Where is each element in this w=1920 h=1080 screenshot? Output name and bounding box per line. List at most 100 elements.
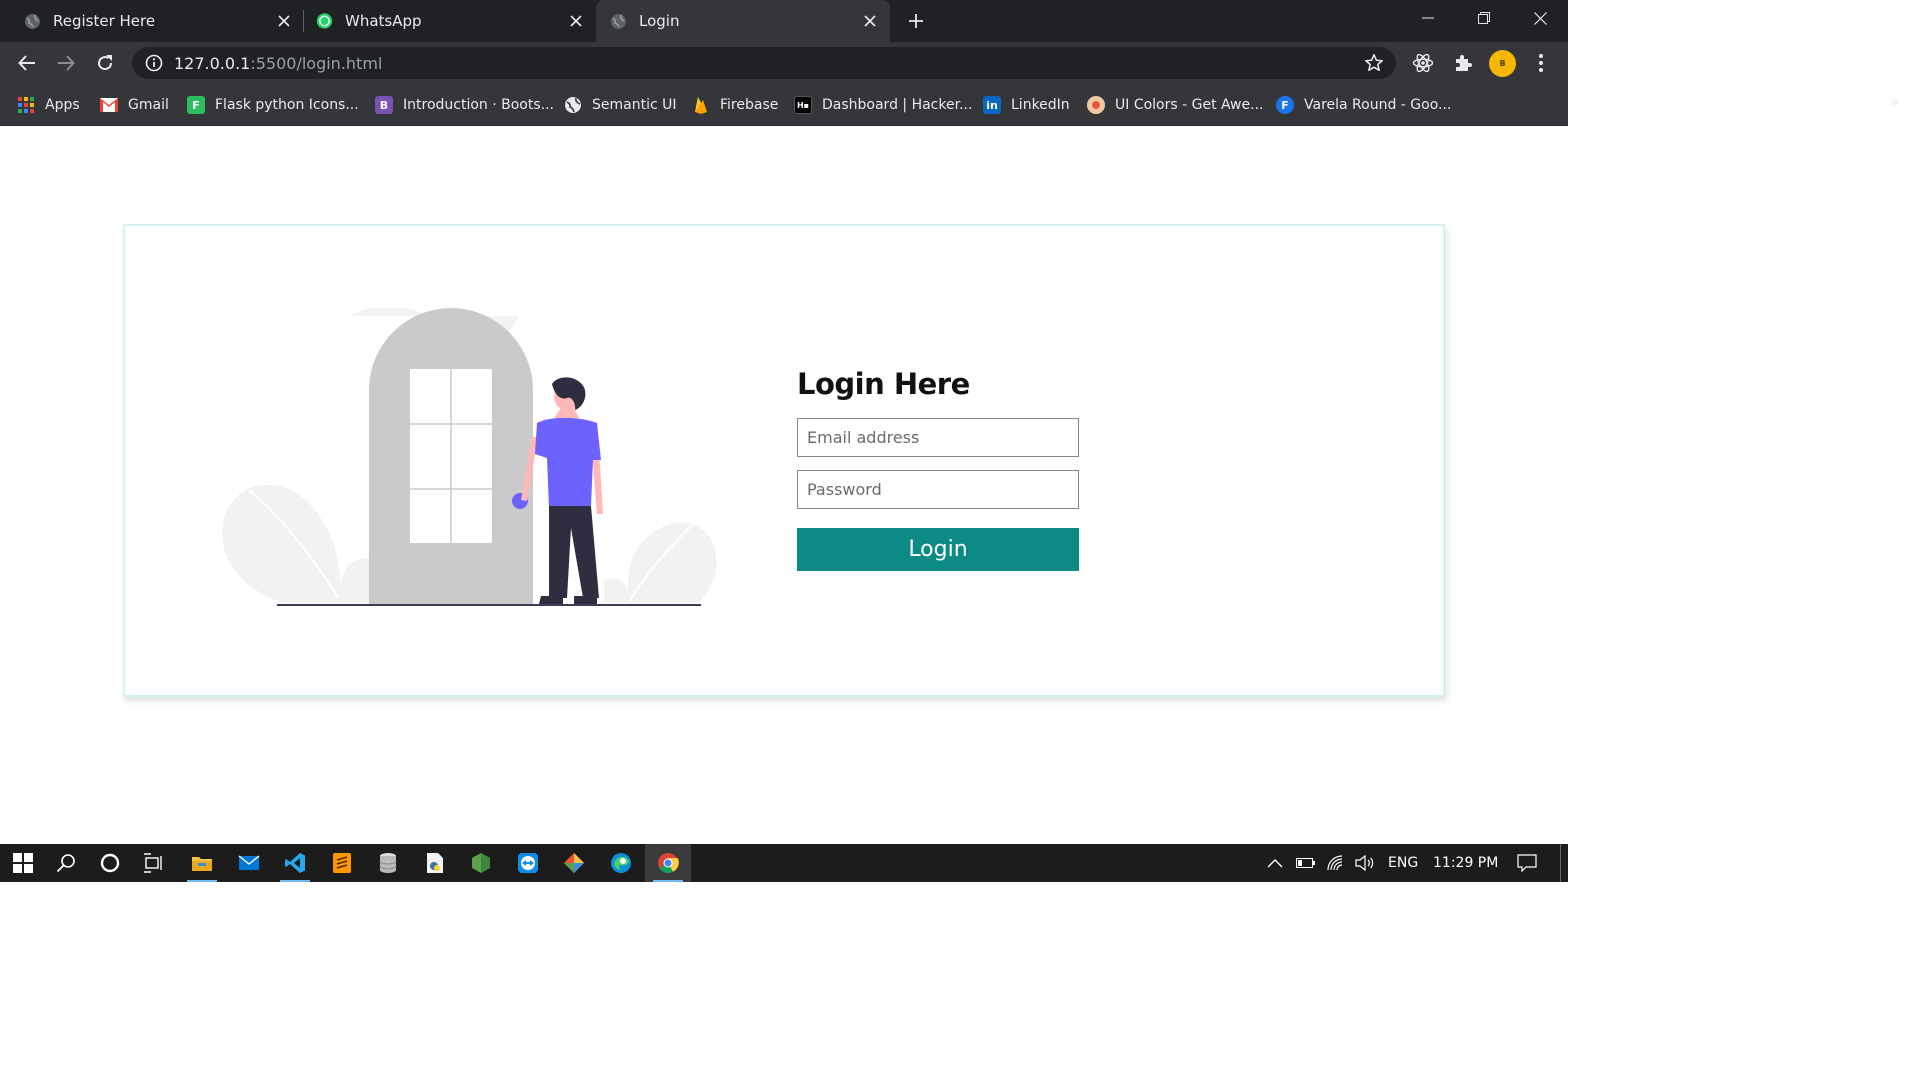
- bookmark-flask-icons[interactable]: F Flask python Icons...: [187, 93, 359, 117]
- firebase-icon: [692, 96, 710, 114]
- taskbar-git[interactable]: [551, 844, 597, 882]
- taskbar-chrome[interactable]: [645, 844, 691, 882]
- bookmark-bootstrap[interactable]: B Introduction · Boots...: [375, 93, 554, 117]
- taskbar-python-idle[interactable]: [412, 844, 458, 882]
- forward-button[interactable]: [54, 51, 78, 75]
- profile-avatar[interactable]: B: [1489, 50, 1516, 77]
- taskbar-vscode[interactable]: [272, 844, 318, 882]
- search-icon: [56, 854, 75, 873]
- clock[interactable]: 11:29 PM: [1433, 844, 1498, 882]
- bookmark-semantic-ui[interactable]: Semantic UI: [564, 93, 677, 117]
- minimize-button[interactable]: [1400, 0, 1456, 36]
- taskbar-teamviewer[interactable]: [505, 844, 551, 882]
- search-button[interactable]: [43, 844, 89, 882]
- login-card: Login Here Login: [123, 224, 1445, 697]
- flask-icons-icon: F: [187, 96, 205, 114]
- restore-button[interactable]: [1456, 0, 1512, 36]
- bookmarks-overflow-button[interactable]: »: [1890, 92, 1900, 111]
- tab-divider: [303, 10, 304, 32]
- cortana-button[interactable]: [87, 844, 133, 882]
- taskbar-edge[interactable]: [598, 844, 644, 882]
- hackerrank-icon: H▪: [794, 96, 812, 114]
- login-button[interactable]: Login: [797, 528, 1079, 571]
- tab-title: Login: [639, 12, 680, 30]
- bookmark-linkedin[interactable]: in LinkedIn: [983, 93, 1070, 117]
- show-hidden-icons-button[interactable]: [1267, 844, 1283, 882]
- browser-toolbar: 127.0.0.1:5500/login.html B: [0, 42, 1568, 84]
- teamviewer-icon: [518, 853, 538, 873]
- react-devtools-extension[interactable]: [1411, 51, 1435, 75]
- close-icon[interactable]: [566, 11, 586, 31]
- battery-indicator[interactable]: [1296, 844, 1316, 882]
- language-indicator[interactable]: ENG: [1388, 844, 1418, 882]
- windows-logo-icon: [13, 853, 33, 873]
- taskbar-sublime[interactable]: [319, 844, 365, 882]
- python-file-icon: [427, 853, 443, 873]
- close-window-button[interactable]: [1512, 0, 1568, 36]
- bookmark-apps[interactable]: Apps: [17, 93, 80, 117]
- task-view-button[interactable]: [131, 844, 177, 882]
- git-diamond-icon: [564, 853, 584, 873]
- login-title: Login Here: [797, 367, 970, 401]
- apps-grid-icon: [17, 96, 35, 114]
- battery-icon: [1296, 858, 1315, 868]
- bookmark-label: Gmail: [128, 97, 169, 113]
- notification-icon: [1517, 854, 1537, 872]
- volume-indicator[interactable]: [1355, 844, 1375, 882]
- taskbar-nodejs[interactable]: [458, 844, 504, 882]
- info-icon[interactable]: [144, 53, 164, 73]
- network-indicator[interactable]: [1327, 844, 1345, 882]
- page-content: Login Here Login: [0, 126, 1568, 844]
- bookmark-label: Flask python Icons...: [215, 97, 359, 113]
- taskbar-mail[interactable]: [226, 844, 272, 882]
- bookmark-star-icon[interactable]: [1364, 53, 1384, 73]
- action-center-button[interactable]: [1517, 844, 1537, 882]
- bookmark-gmail[interactable]: Gmail: [100, 93, 169, 117]
- tab-whatsapp[interactable]: WhatsApp: [316, 0, 586, 42]
- email-field[interactable]: [797, 418, 1079, 457]
- bookmark-label: Semantic UI: [592, 97, 677, 113]
- vscode-icon: [285, 853, 305, 873]
- bookmark-firebase[interactable]: Firebase: [692, 93, 778, 117]
- start-button[interactable]: [0, 844, 46, 882]
- extensions-button[interactable]: [1451, 51, 1475, 75]
- reload-button[interactable]: [93, 51, 117, 75]
- tab-strip: Register Here WhatsApp Login: [0, 0, 1568, 42]
- bookmark-ui-colors[interactable]: UI Colors - Get Awe...: [1087, 93, 1263, 117]
- google-fonts-icon: F: [1276, 96, 1294, 114]
- tab-login[interactable]: Login: [596, 0, 890, 42]
- address-bar[interactable]: 127.0.0.1:5500/login.html: [132, 47, 1396, 79]
- bookmark-label: Introduction · Boots...: [403, 97, 554, 113]
- globe-icon: [610, 13, 627, 30]
- password-field[interactable]: [797, 470, 1079, 509]
- login-form: Login Here Login: [797, 364, 1081, 571]
- wifi-icon: [1327, 855, 1343, 871]
- sublime-text-icon: [333, 853, 351, 873]
- task-view-icon: [144, 853, 162, 873]
- tab-register[interactable]: Register Here: [24, 0, 294, 42]
- close-icon[interactable]: [274, 11, 294, 31]
- bookmark-label: UI Colors - Get Awe...: [1115, 97, 1264, 113]
- taskbar-file-explorer[interactable]: [179, 844, 225, 882]
- new-tab-button[interactable]: [904, 9, 928, 33]
- url-text[interactable]: 127.0.0.1:5500/login.html: [174, 54, 382, 73]
- menu-button[interactable]: [1529, 51, 1553, 75]
- reload-icon: [98, 55, 113, 71]
- plus-icon: [909, 14, 923, 28]
- back-arrow-icon: [18, 55, 35, 71]
- folder-icon: [192, 857, 212, 871]
- clock-time: 11:29 PM: [1433, 855, 1499, 871]
- nodejs-hexagon-icon: [472, 853, 490, 873]
- back-button[interactable]: [15, 51, 39, 75]
- bookmark-label: Apps: [45, 97, 80, 113]
- bookmark-hackerrank[interactable]: H▪ Dashboard | Hacker...: [794, 93, 972, 117]
- close-icon: [1533, 11, 1547, 25]
- show-desktop-divider[interactable]: [1560, 844, 1561, 882]
- profile-initials: B: [1499, 59, 1506, 68]
- url-host: 127.0.0.1: [174, 53, 251, 73]
- close-icon[interactable]: [860, 11, 880, 31]
- whatsapp-icon: [316, 13, 333, 30]
- ui-colors-icon: [1087, 96, 1105, 114]
- bookmark-google-fonts[interactable]: F Varela Round - Goo...: [1276, 93, 1451, 117]
- taskbar-database[interactable]: [365, 844, 411, 882]
